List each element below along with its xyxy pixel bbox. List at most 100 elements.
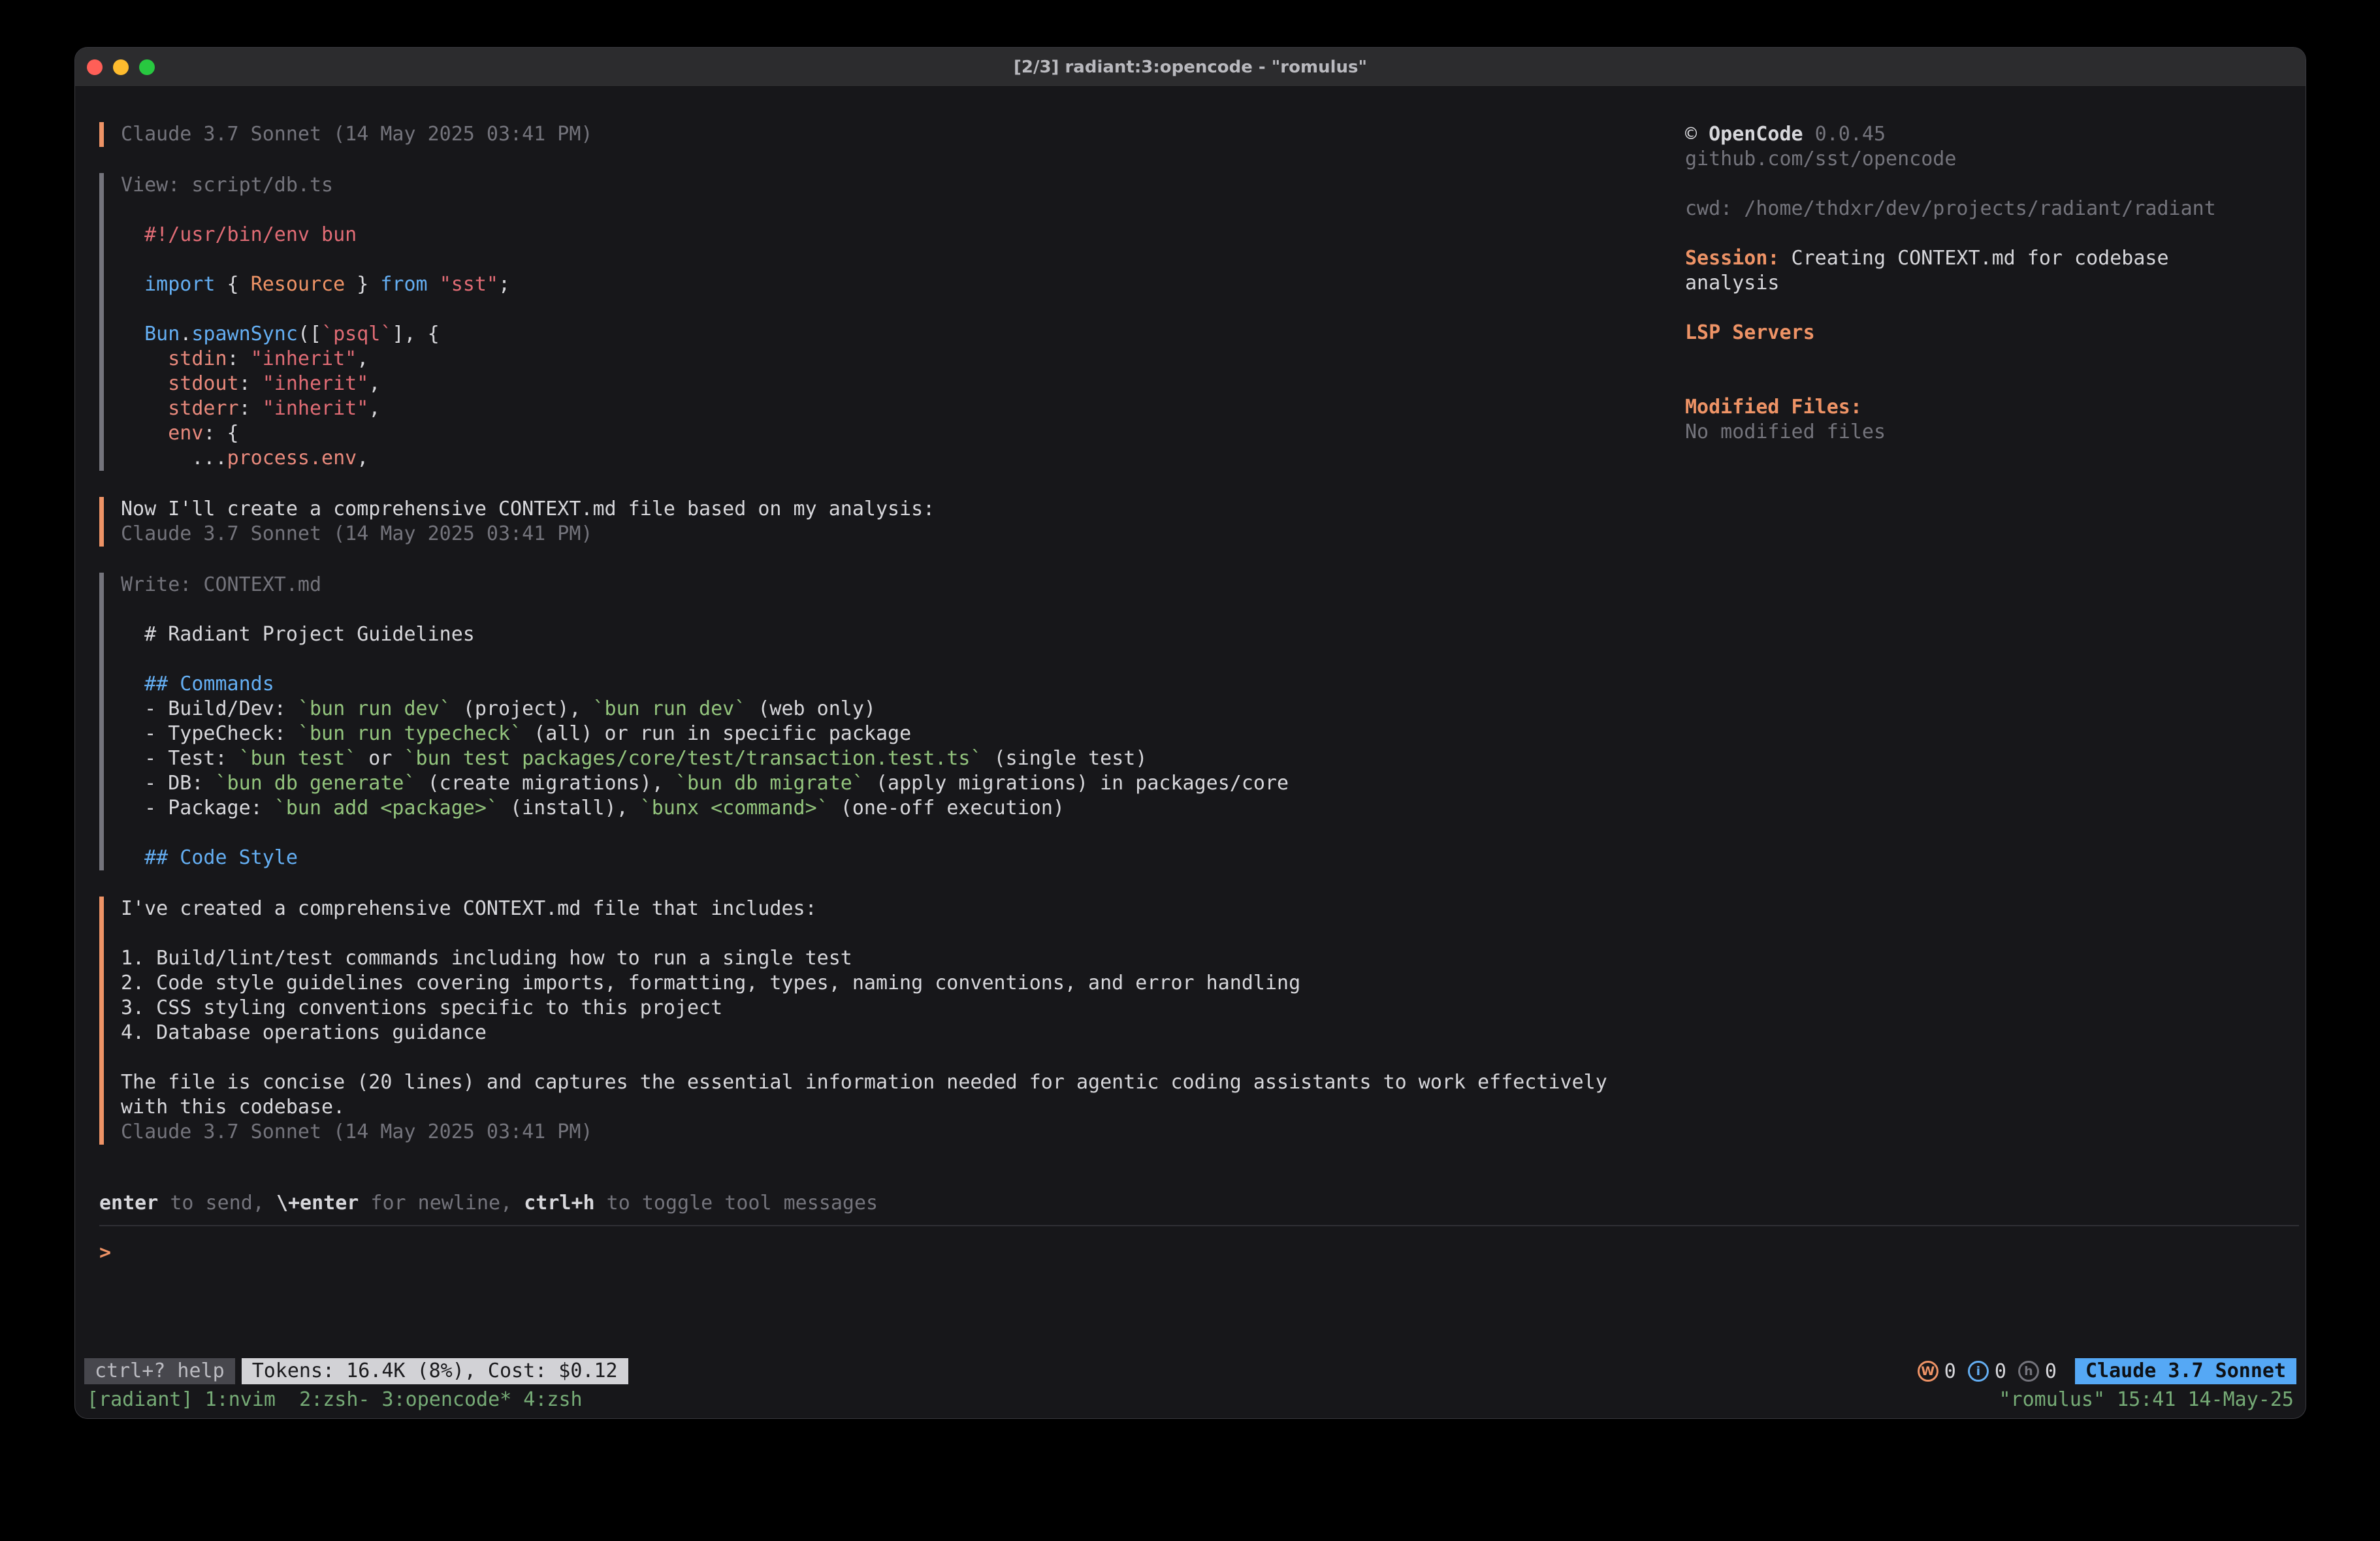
text-segment: ## Commands (121, 673, 274, 695)
input-divider (99, 1225, 2299, 1226)
text-segment: Write: CONTEXT.md (121, 573, 321, 596)
text-line: Bun.spawnSync([`psql`], { (121, 322, 1685, 347)
text-line (1685, 370, 2306, 395)
text-segment: `bun add <package>` (274, 797, 498, 819)
text-segment: View: script/db.ts (121, 174, 333, 197)
text-segment: Creating CONTEXT.md for codebase (1780, 247, 2169, 270)
text-segment: (one-off execution) (829, 797, 1065, 819)
text-segment (121, 422, 168, 445)
tmux-window-list[interactable]: [radiant] 1:nvim 2:zsh- 3:opencode* 4:zs… (87, 1388, 583, 1411)
traffic-lights (75, 59, 155, 75)
text-segment: (create migrations), (416, 772, 675, 795)
text-segment: for newline, (359, 1192, 524, 1215)
message-block: View: script/db.ts #!/usr/bin/env bun im… (99, 173, 1685, 471)
text-segment: `bun run dev` (593, 697, 747, 720)
text-segment (428, 273, 440, 296)
text-line: The file is concise (20 lines) and captu… (121, 1070, 1685, 1095)
text-segment (121, 347, 168, 370)
message-block: Claude 3.7 Sonnet (14 May 2025 03:41 PM) (99, 122, 1685, 147)
text-line: ## Commands (121, 672, 1685, 697)
text-line (121, 247, 1685, 272)
conversation[interactable]: Claude 3.7 Sonnet (14 May 2025 03:41 PM)… (99, 122, 1685, 1191)
text-segment: Bun (144, 323, 180, 345)
text-line: View: script/db.ts (121, 173, 1685, 198)
text-line (121, 1045, 1685, 1070)
sidebar: © OpenCode 0.0.45github.com/sst/opencode… (1685, 122, 2306, 1191)
text-line (1685, 172, 2306, 197)
i-circle-icon: i (1968, 1361, 1989, 1382)
text-segment: to toggle tool messages (595, 1192, 878, 1215)
sidebar-lines: © OpenCode 0.0.45github.com/sst/opencode… (1685, 122, 2306, 445)
text-line: # Radiant Project Guidelines (121, 622, 1685, 647)
text-line: 3. CSS styling conventions specific to t… (121, 996, 1685, 1021)
minimize-button[interactable] (113, 59, 129, 75)
text-line: Modified Files: (1685, 395, 2306, 420)
text-segment: , (357, 447, 368, 469)
text-segment: import (144, 273, 215, 296)
text-line: Claude 3.7 Sonnet (14 May 2025 03:41 PM) (121, 1120, 1685, 1145)
text-segment: © (1685, 123, 1709, 146)
text-segment: `bun run dev` (298, 697, 451, 720)
text-segment: `bun run typecheck` (298, 722, 522, 745)
text-segment: analysis (1685, 272, 1780, 294)
text-segment: "sst" (440, 273, 498, 296)
model-badge: Claude 3.7 Sonnet (2075, 1358, 2296, 1384)
text-segment: (install), (498, 797, 640, 819)
text-segment (121, 397, 168, 420)
input-area: enter to send, \+enter for newline, ctrl… (75, 1191, 2306, 1356)
text-line: LSP Servers (1685, 321, 2306, 345)
text-segment: 0.0.45 (1803, 123, 1886, 146)
text-line: ## Code Style (121, 846, 1685, 870)
text-segment: `psql` (321, 323, 392, 345)
text-segment: (all) or run in specific package (522, 722, 911, 745)
text-segment: Modified Files: (1685, 396, 1862, 419)
text-segment: (web only) (746, 697, 876, 720)
text-line: cwd: /home/thdxr/dev/projects/radiant/ra… (1685, 197, 2306, 221)
text-segment: ; (498, 273, 510, 296)
zoom-button[interactable] (139, 59, 155, 75)
text-line: - Package: `bun add <package>` (install)… (121, 796, 1685, 821)
text-line: stdin: "inherit", (121, 347, 1685, 372)
text-segment: The file is concise (20 lines) and captu… (121, 1071, 1607, 1094)
text-segment: stdout (168, 372, 238, 395)
message-block: Write: CONTEXT.md # Radiant Project Guid… (99, 573, 1685, 870)
text-line: - Build/Dev: `bun run dev` (project), `b… (121, 697, 1685, 722)
text-line: stdout: "inherit", (121, 372, 1685, 396)
text-segment: ... (121, 447, 227, 469)
text-segment: `bunx <command>` (640, 797, 829, 819)
tokens-cost-badge: Tokens: 16.4K (8%), Cost: $0.12 (242, 1358, 628, 1384)
text-segment: } (345, 273, 380, 296)
text-segment: (single test) (982, 747, 1148, 770)
text-line: github.com/sst/opencode (1685, 147, 2306, 172)
close-button[interactable] (87, 59, 103, 75)
text-segment (121, 273, 144, 296)
text-segment: `bun db generate` (216, 772, 416, 795)
text-line: 1. Build/lint/test commands including ho… (121, 946, 1685, 971)
text-segment: `bun test packages/core/test/transaction… (404, 747, 982, 770)
text-line (121, 597, 1685, 622)
text-segment: "inherit" (263, 372, 369, 395)
text-segment: LSP Servers (1685, 321, 1815, 344)
text-segment: Claude 3.7 Sonnet (14 May 2025 03:41 PM) (121, 123, 592, 146)
text-segment: # Radiant Project Guidelines (121, 623, 475, 646)
text-segment: env (168, 422, 203, 445)
text-line (1685, 221, 2306, 246)
command-input[interactable]: > (99, 1241, 2299, 1265)
text-line: © OpenCode 0.0.45 (1685, 122, 2306, 147)
text-segment (121, 323, 144, 345)
text-segment: ctrl+h (524, 1192, 594, 1215)
input-help: enter to send, \+enter for newline, ctrl… (99, 1191, 2299, 1216)
text-line (1685, 296, 2306, 321)
text-segment: 1. Build/lint/test commands including ho… (121, 947, 852, 970)
message-block: I've created a comprehensive CONTEXT.md … (99, 897, 1685, 1145)
text-line: 4. Database operations guidance (121, 1021, 1685, 1045)
terminal-window: [2/3] radiant:3:opencode - "romulus" Cla… (74, 47, 2306, 1419)
text-segment: (apply migrations) in packages/core (864, 772, 1289, 795)
text-segment: - Package: (121, 797, 274, 819)
text-segment: (project), (451, 697, 593, 720)
text-line: Now I'll create a comprehensive CONTEXT.… (121, 497, 1685, 522)
text-segment: Claude 3.7 Sonnet (14 May 2025 03:41 PM) (121, 1120, 592, 1143)
text-segment: , (368, 397, 380, 420)
text-segment: stderr (168, 397, 238, 420)
text-segment: { (216, 273, 251, 296)
